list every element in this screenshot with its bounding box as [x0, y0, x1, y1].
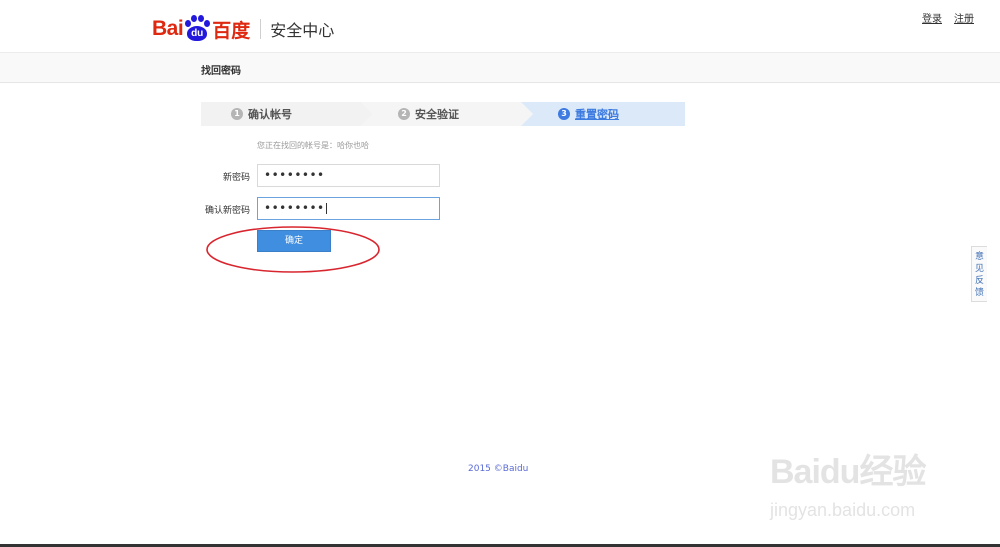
account-info-text: 您正在找回的帐号是：哈你也哈	[257, 141, 369, 150]
step-number: 1	[231, 108, 243, 120]
text-caret	[325, 203, 327, 214]
feedback-tab[interactable]: 意见反馈	[971, 246, 987, 302]
confirm-button[interactable]: 确定	[257, 230, 331, 252]
watermark: Baidu经验 jingyan.baidu.com	[770, 440, 970, 530]
step-confirm-account: 1 确认帐号	[231, 102, 292, 126]
baidu-logo[interactable]: Bai du 百度 安全中心	[152, 12, 334, 46]
watermark-logo: Baidu经验	[770, 453, 926, 491]
watermark-url: jingyan.baidu.com	[770, 500, 916, 520]
step-label: 重置密码	[575, 108, 619, 121]
new-password-label: 新密码	[222, 173, 250, 183]
paw-icon: du	[184, 15, 211, 43]
confirm-password-value: ••••••••	[264, 201, 325, 215]
login-link[interactable]: 登录	[922, 10, 942, 25]
step-label: 安全验证	[415, 108, 459, 121]
register-link[interactable]: 注册	[954, 10, 974, 25]
confirm-password-label: 确认新密码	[204, 206, 250, 216]
step-number: 3	[558, 108, 570, 120]
footer-copyright: 2015 ©Baidu	[468, 464, 529, 474]
logo-du: du	[191, 28, 204, 39]
logo-chinese: 百度	[212, 19, 251, 42]
logo-divider	[260, 19, 262, 39]
top-links: 登录 注册	[922, 10, 974, 25]
section-title: 找回密码	[201, 66, 241, 77]
step-reset-password: 3 重置密码	[558, 102, 619, 126]
confirm-password-input[interactable]: ••••••••	[257, 197, 440, 220]
step-label: 确认帐号	[248, 108, 292, 121]
new-password-input[interactable]: ••••••••	[257, 164, 440, 187]
page-title: 安全中心	[270, 21, 335, 40]
step-progress: 1 确认帐号 2 安全验证 3 重置密码	[201, 102, 685, 126]
step-security-verify: 2 安全验证	[398, 102, 459, 126]
new-password-row: 新密码 ••••••••	[180, 164, 480, 188]
header: Bai du 百度 安全中心 登录 注册	[0, 0, 1000, 52]
step-number: 2	[398, 108, 410, 120]
new-password-value: ••••••••	[264, 168, 325, 182]
confirm-password-row: 确认新密码 ••••••••	[180, 197, 480, 221]
sub-header-bar: 找回密码	[0, 52, 1000, 83]
logo-bai: Bai	[152, 17, 184, 40]
